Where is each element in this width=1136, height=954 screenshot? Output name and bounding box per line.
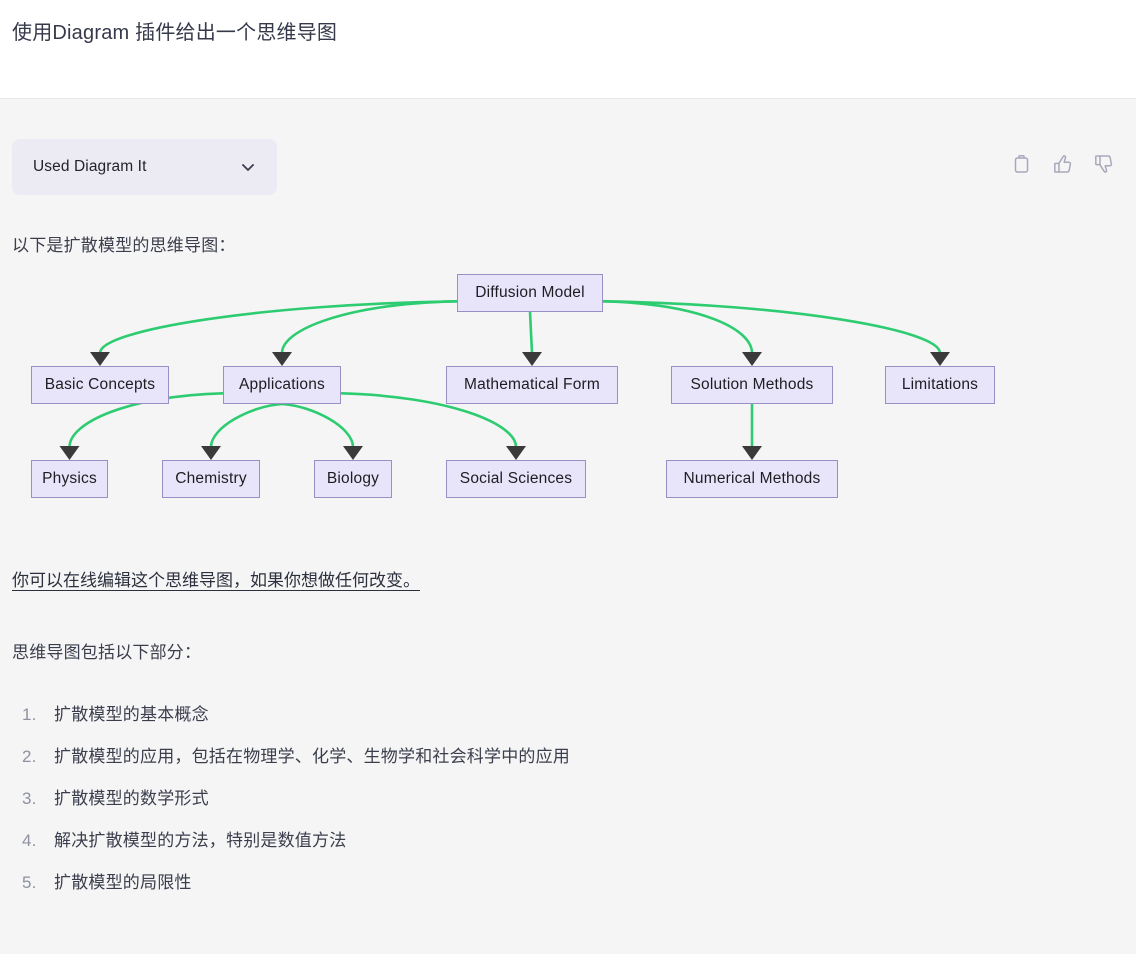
plugin-row: Used Diagram It [12, 99, 1124, 195]
mindmap-arrowhead [506, 446, 526, 460]
mindmap-arrowhead [59, 446, 80, 460]
mindmap-node-math[interactable]: Mathematical Form [446, 366, 618, 404]
mindmap-edge [281, 402, 355, 448]
outline-list-item: 扩散模型的应用，包括在物理学、化学、生物学和社会科学中的应用 [22, 736, 570, 778]
outline-intro-text: 思维导图包括以下部分： [12, 643, 202, 662]
mindmap-edge [98, 300, 458, 354]
outline-list-item: 扩散模型的基本概念 [22, 694, 209, 736]
mindmap-arrowhead [742, 352, 762, 366]
mindmap-arrowhead [742, 446, 762, 460]
mindmap-node-limits[interactable]: Limitations [885, 366, 995, 404]
mindmap-edge [209, 402, 283, 448]
chevron-down-icon[interactable] [239, 158, 257, 176]
outline-list-item: 扩散模型的数学形式 [22, 778, 209, 820]
mindmap-node-social[interactable]: Social Sciences [446, 460, 586, 498]
mindmap-arrowhead [930, 352, 950, 366]
mindmap-arrowhead [522, 352, 542, 366]
mindmap-edge [602, 300, 754, 354]
assistant-intro-text: 以下是扩散模型的思维导图： [12, 236, 236, 255]
mindmap-node-physics[interactable]: Physics [31, 460, 108, 498]
mindmap-arrowhead [90, 352, 110, 366]
mindmap-node-apps[interactable]: Applications [223, 366, 341, 404]
mindmap-arrowhead [201, 446, 221, 460]
mindmap-node-chem[interactable]: Chemistry [162, 460, 260, 498]
mindmap-node-basic[interactable]: Basic Concepts [31, 366, 169, 404]
mindmap-node-numer[interactable]: Numerical Methods [666, 460, 838, 498]
user-prompt-text: 使用Diagram 插件给出一个思维导图 [12, 22, 338, 44]
assistant-message-band: Used Diagram It 以下是扩散模型的思维导图： Diffusion … [0, 99, 1136, 954]
thumbs-up-icon[interactable] [1052, 154, 1073, 175]
mindmap-edge [602, 300, 942, 354]
mindmap-arrowhead [343, 446, 363, 460]
mindmap-node-solve[interactable]: Solution Methods [671, 366, 833, 404]
mindmap-arrowhead [272, 352, 292, 366]
edit-mindmap-link[interactable]: 你可以在线编辑这个思维导图，如果你想做任何改变。 [12, 568, 420, 594]
copy-icon[interactable] [1011, 154, 1032, 175]
user-prompt-band: 使用Diagram 插件给出一个思维导图 [0, 0, 1136, 99]
message-action-icons [1011, 139, 1124, 175]
outline-list-item: 解决扩散模型的方法，特别是数值方法 [22, 820, 347, 862]
outline-list-item: 扩散模型的局限性 [22, 862, 192, 904]
outline-list: 扩散模型的基本概念 扩散模型的应用，包括在物理学、化学、生物学和社会科学中的应用扩… [12, 694, 1124, 904]
plugin-used-chip[interactable]: Used Diagram It [12, 139, 277, 195]
mindmap-node-root[interactable]: Diffusion Model [457, 274, 603, 312]
mindmap-diagram[interactable]: Diffusion Model Basic Concepts Application… [12, 269, 1124, 544]
plugin-used-label: Used Diagram It [33, 158, 147, 175]
thumbs-down-icon[interactable] [1093, 154, 1114, 175]
mindmap-node-bio[interactable]: Biology [314, 460, 392, 498]
mindmap-edge [528, 311, 534, 354]
